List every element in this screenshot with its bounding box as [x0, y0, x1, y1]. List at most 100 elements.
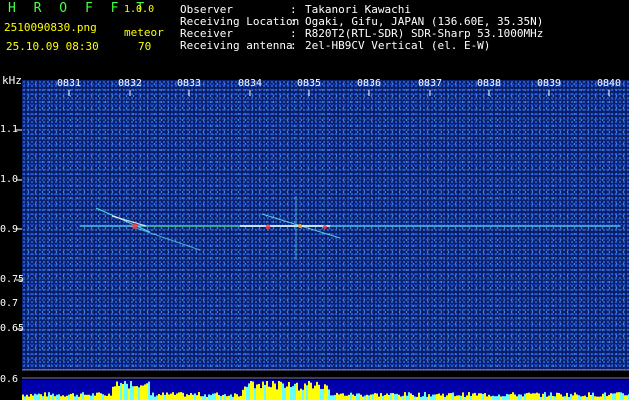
signal-level-bar [452, 392, 454, 400]
signal-level-bar [158, 393, 160, 400]
signal-level-bar [370, 394, 372, 400]
signal-level-bar [548, 395, 550, 400]
signal-level-bar [378, 396, 380, 400]
signal-level-bar [490, 396, 492, 400]
signal-level-bar [440, 395, 442, 400]
signal-level-bar [120, 382, 122, 400]
signal-level-bar [178, 392, 180, 400]
signal-level-bar [602, 393, 604, 400]
signal-level-bar [284, 387, 286, 400]
signal-level-bar [112, 386, 114, 400]
signal-level-bar [210, 395, 212, 400]
signal-level-bar [142, 385, 144, 400]
signal-level-bar [478, 393, 480, 400]
signal-level-bar [526, 393, 528, 400]
signal-level-bar [202, 396, 204, 400]
signal-level-bar [214, 393, 216, 400]
signal-level-bar [54, 396, 56, 400]
signal-level-bar [150, 395, 152, 400]
signal-level-bar [530, 393, 532, 400]
signal-level-bar [156, 395, 158, 400]
signal-level-bar [582, 396, 584, 400]
signal-level-bar [166, 392, 168, 400]
signal-level-bar [188, 395, 190, 400]
signal-level-bar [608, 394, 610, 400]
signal-level-bar [198, 392, 200, 400]
signal-level-bar [304, 383, 306, 400]
signal-level-bar [186, 394, 188, 400]
signal-level-bar [152, 392, 154, 400]
signal-level-bar [84, 394, 86, 400]
signal-level-bar [414, 396, 416, 400]
signal-level-bar [116, 381, 118, 400]
signal-level-bar [154, 396, 156, 400]
signal-level-bar [146, 383, 148, 400]
signal-level-bar [584, 395, 586, 400]
signal-level-bar [102, 394, 104, 400]
meteor-echo [95, 207, 151, 233]
signal-level-bar [466, 395, 468, 400]
signal-level-bar [56, 394, 58, 400]
signal-level-bar [40, 394, 42, 400]
signal-level-bar [294, 383, 296, 400]
signal-level-bar [260, 388, 262, 400]
signal-level-bar [364, 395, 366, 400]
signal-level-bar [556, 392, 558, 400]
signal-level-bar [92, 393, 94, 400]
signal-level-bar [462, 392, 464, 400]
signal-level-bar [516, 396, 518, 400]
signal-level-bar [38, 393, 40, 400]
signal-level-bar [430, 396, 432, 400]
signal-level-bar [624, 395, 626, 400]
signal-level-bar [344, 395, 346, 400]
signal-level-bar [390, 393, 392, 400]
signal-level-bar [432, 394, 434, 400]
signal-level-bar [124, 381, 126, 400]
signal-level-bar [128, 388, 130, 400]
signal-level-bar [264, 384, 266, 400]
signal-level-bar [324, 384, 326, 400]
signal-level-bar [588, 392, 590, 400]
signal-level-bar [498, 394, 500, 400]
signal-level-bar [70, 393, 72, 400]
signal-level-bar [314, 385, 316, 400]
signal-level-bar [386, 393, 388, 400]
signal-level-bar [98, 392, 100, 400]
signal-level-bar [308, 381, 310, 400]
signal-level-bar [360, 394, 362, 400]
signal-level-bar [520, 394, 522, 400]
signal-level-bar [266, 381, 268, 400]
signal-level-bar [122, 383, 124, 400]
signal-level-bar [506, 394, 508, 400]
meteor-head [265, 224, 271, 230]
signal-level-bar [350, 392, 352, 400]
signal-level-bar [346, 395, 348, 400]
signal-level-bar [278, 381, 280, 400]
signal-level-bar [60, 396, 62, 400]
signal-level-bar [514, 394, 516, 400]
signal-level-bar [552, 395, 554, 400]
signal-level-bar [270, 387, 272, 400]
signal-level-bar [32, 395, 34, 400]
signal-level-bar [348, 394, 350, 400]
signal-level-bar [164, 394, 166, 400]
signal-level-bar [594, 396, 596, 400]
signal-level-bar [604, 392, 606, 400]
signal-level-bar [428, 394, 430, 400]
signal-level-bar [76, 394, 78, 400]
signal-level-bar [408, 392, 410, 400]
signal-level-bar [172, 392, 174, 400]
signal-level-bar [356, 393, 358, 400]
signal-level-bar [620, 392, 622, 400]
signal-level-bar [606, 396, 608, 400]
signal-level-bar [504, 396, 506, 400]
signal-level-bar [100, 393, 102, 400]
signal-level-bar [298, 390, 300, 400]
signal-level-bar [534, 393, 536, 400]
signal-level-bar [86, 394, 88, 400]
signal-level-bar [194, 393, 196, 400]
signal-level-bar [106, 395, 108, 400]
signal-level-bar [36, 394, 38, 400]
signal-level-bar [384, 395, 386, 400]
signal-level-bar [460, 395, 462, 400]
